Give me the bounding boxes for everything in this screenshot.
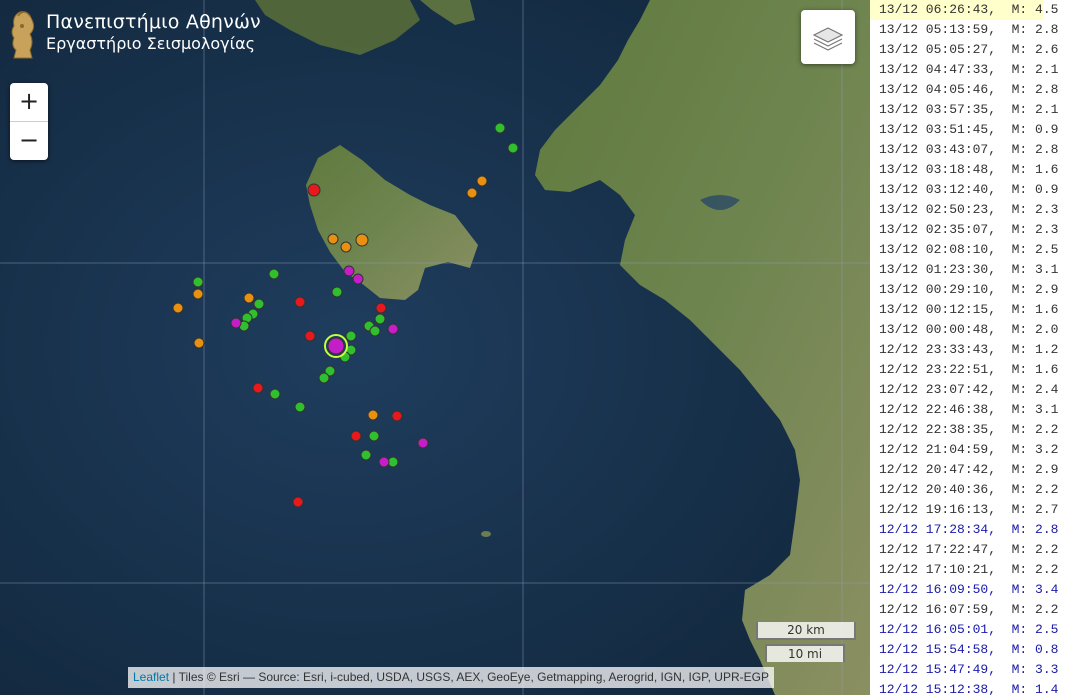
map-attribution: Leaflet | Tiles © Esri — Source: Esri, i…	[128, 667, 774, 688]
earthquake-list-item[interactable]: 13/12 05:05:27, M: 2.6	[870, 40, 1081, 60]
quake-marker-magenta[interactable]	[387, 323, 399, 335]
quake-marker-magenta[interactable]	[343, 265, 355, 277]
earthquake-list-item[interactable]: 12/12 16:09:50, M: 3.4	[870, 580, 1081, 600]
earthquake-list-item[interactable]: 12/12 15:12:38, M: 1.4	[870, 680, 1081, 695]
quake-marker-magenta[interactable]	[352, 273, 364, 285]
scale-bar: 20 km 10 mi	[756, 622, 856, 662]
earthquake-list-item[interactable]: 12/12 17:22:47, M: 2.2	[870, 540, 1081, 560]
athena-crest-icon	[11, 11, 35, 59]
quake-marker-green[interactable]	[192, 276, 204, 288]
quake-marker-orange[interactable]	[193, 337, 205, 349]
zoom-out-button[interactable]: −	[10, 121, 48, 160]
earthquake-list-item[interactable]: 13/12 03:57:35, M: 2.1	[870, 100, 1081, 120]
quake-marker-orange[interactable]	[192, 288, 204, 300]
quake-marker-green[interactable]	[374, 313, 386, 325]
earthquake-list-item[interactable]: 12/12 15:54:58, M: 0.8	[870, 640, 1081, 660]
quake-marker-red[interactable]	[307, 183, 321, 197]
earthquake-list-item[interactable]: 13/12 03:43:07, M: 2.8	[870, 140, 1081, 160]
earthquake-list-item[interactable]: 12/12 23:07:42, M: 2.4	[870, 380, 1081, 400]
logo-subtitle: Εργαστήριο Σεισμολογίας	[46, 34, 255, 53]
quake-marker-magenta[interactable]	[230, 317, 242, 329]
quake-marker-red[interactable]	[350, 430, 362, 442]
earthquake-list-item[interactable]: 12/12 17:10:21, M: 2.2	[870, 560, 1081, 580]
selected-quake-marker[interactable]	[324, 334, 348, 358]
quake-marker-green[interactable]	[369, 325, 381, 337]
quake-marker-red[interactable]	[292, 496, 304, 508]
layers-icon	[812, 27, 844, 51]
earthquake-list-item[interactable]: 12/12 16:05:01, M: 2.5	[870, 620, 1081, 640]
quake-marker-red[interactable]	[375, 302, 387, 314]
earthquake-list-item[interactable]: 13/12 01:23:30, M: 3.1	[870, 260, 1081, 280]
earthquake-list-item[interactable]: 13/12 02:08:10, M: 2.5	[870, 240, 1081, 260]
quake-marker-green[interactable]	[345, 330, 357, 342]
quake-marker-red[interactable]	[252, 382, 264, 394]
quake-marker-orange[interactable]	[466, 187, 478, 199]
quake-marker-green[interactable]	[494, 122, 506, 134]
quake-marker-orange[interactable]	[367, 409, 379, 421]
earthquake-list-item[interactable]: 13/12 03:12:40, M: 0.9	[870, 180, 1081, 200]
earthquake-list-item[interactable]: 12/12 16:07:59, M: 2.2	[870, 600, 1081, 620]
earthquake-list-item[interactable]: 13/12 05:13:59, M: 2.8	[870, 20, 1081, 40]
earthquake-list-item[interactable]: 12/12 17:28:34, M: 2.8	[870, 520, 1081, 540]
earthquake-list-item[interactable]: 12/12 22:38:35, M: 2.2	[870, 420, 1081, 440]
earthquake-list-item[interactable]: 13/12 04:05:46, M: 2.8	[870, 80, 1081, 100]
earthquake-list-item[interactable]: 13/12 00:29:10, M: 2.9	[870, 280, 1081, 300]
scale-km: 20 km	[756, 622, 856, 640]
earthquake-list-item[interactable]: 13/12 02:50:23, M: 2.3	[870, 200, 1081, 220]
map-view[interactable]: Πανεπιστήμιο Αθηνών Εργαστήριο Σεισμολογ…	[0, 0, 870, 695]
earthquake-list-item[interactable]: 12/12 21:04:59, M: 3.2	[870, 440, 1081, 460]
layers-button[interactable]	[801, 10, 855, 64]
zoom-control: + −	[10, 83, 48, 160]
earthquake-list-item[interactable]: 13/12 02:35:07, M: 2.3	[870, 220, 1081, 240]
quake-marker-green[interactable]	[253, 298, 265, 310]
leaflet-link[interactable]: Leaflet	[133, 670, 169, 684]
earthquake-list-item[interactable]: 12/12 23:33:43, M: 1.2	[870, 340, 1081, 360]
quake-marker-magenta[interactable]	[378, 456, 390, 468]
earthquake-list-item[interactable]: 12/12 23:22:51, M: 1.6	[870, 360, 1081, 380]
quake-marker-orange[interactable]	[327, 233, 339, 245]
earthquake-list-item[interactable]: 13/12 03:51:45, M: 0.9	[870, 120, 1081, 140]
quake-marker-green[interactable]	[269, 388, 281, 400]
earthquake-markers	[172, 122, 519, 508]
quake-marker-red[interactable]	[391, 410, 403, 422]
earthquake-list-item[interactable]: 12/12 22:46:38, M: 3.1	[870, 400, 1081, 420]
quake-marker-green[interactable]	[360, 449, 372, 461]
earthquake-list-item[interactable]: 13/12 06:26:43, M: 4.5	[870, 0, 1058, 20]
scale-mi: 10 mi	[765, 644, 845, 662]
quake-marker-green[interactable]	[318, 372, 330, 384]
quake-marker-orange[interactable]	[476, 175, 488, 187]
quake-marker-green[interactable]	[368, 430, 380, 442]
quake-marker-green[interactable]	[507, 142, 519, 154]
zoom-in-button[interactable]: +	[10, 83, 48, 121]
quake-marker-green[interactable]	[268, 268, 280, 280]
earthquake-list-item[interactable]: 12/12 20:47:42, M: 2.9	[870, 460, 1081, 480]
earthquake-list-item[interactable]: 13/12 04:47:33, M: 2.1	[870, 60, 1081, 80]
earthquake-list[interactable]: 13/12 06:26:43, M: 4.5 13/12 05:13:59, M:…	[870, 0, 1081, 695]
quake-marker-magenta[interactable]	[417, 437, 429, 449]
earthquake-list-item[interactable]: 12/12 20:40:36, M: 2.2	[870, 480, 1081, 500]
quake-marker-orange[interactable]	[355, 233, 369, 247]
university-logo: Πανεπιστήμιο Αθηνών Εργαστήριο Σεισμολογ…	[6, 6, 261, 60]
quake-marker-orange[interactable]	[340, 241, 352, 253]
earthquake-list-item[interactable]: 12/12 15:47:49, M: 3.3	[870, 660, 1081, 680]
quake-marker-green[interactable]	[294, 401, 306, 413]
earthquake-list-item[interactable]: 13/12 00:00:48, M: 2.0	[870, 320, 1081, 340]
quake-marker-orange[interactable]	[172, 302, 184, 314]
quake-marker-red[interactable]	[294, 296, 306, 308]
earthquake-list-item[interactable]: 13/12 03:18:48, M: 1.6	[870, 160, 1081, 180]
quake-marker-green[interactable]	[331, 286, 343, 298]
earthquake-list-item[interactable]: 13/12 00:12:15, M: 1.6	[870, 300, 1081, 320]
logo-title: Πανεπιστήμιο Αθηνών	[46, 11, 261, 33]
attribution-text: | Tiles © Esri — Source: Esri, i-cubed, …	[169, 670, 769, 684]
quake-marker-red[interactable]	[304, 330, 316, 342]
earthquake-list-item[interactable]: 12/12 19:16:13, M: 2.7	[870, 500, 1081, 520]
quake-marker-orange[interactable]	[243, 292, 255, 304]
